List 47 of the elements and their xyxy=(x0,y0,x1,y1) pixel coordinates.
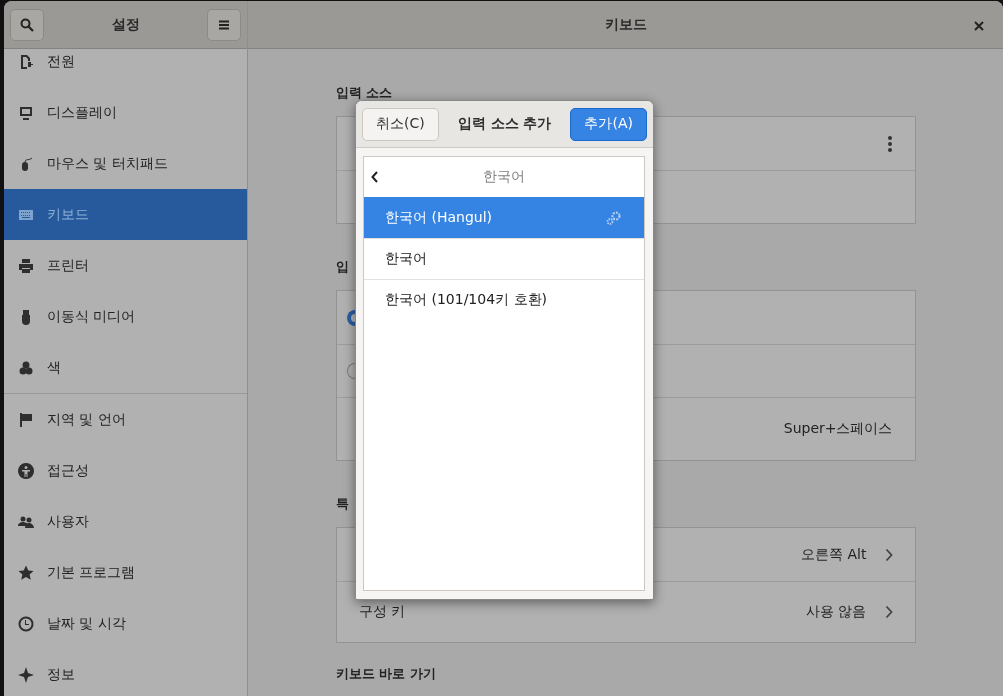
window-title: 키보드 xyxy=(604,15,647,34)
sidebar-item[interactable]: 정보 xyxy=(4,649,247,696)
row-label: 구성 키 xyxy=(358,603,405,621)
chevron-icon[interactable] xyxy=(884,605,893,619)
row-value: 오른쪽 Alt xyxy=(801,545,867,564)
sidebar-item[interactable]: 지역 및 언어 xyxy=(4,394,247,445)
accessibility-icon xyxy=(18,462,34,479)
sidebar-item[interactable]: 기본 프로그램 xyxy=(4,547,247,598)
sidebar-item[interactable]: 색 xyxy=(4,342,247,393)
section-heading: 입 xyxy=(335,258,349,276)
section-heading: 입력 소스 xyxy=(335,84,393,102)
shortcut-value: Super+스페이스 xyxy=(783,420,893,438)
search-button[interactable] xyxy=(10,8,44,41)
list-item[interactable]: 한국어 xyxy=(364,238,644,279)
sidebar-item[interactable]: 프린터 xyxy=(4,240,247,291)
clock-icon xyxy=(18,615,34,632)
flag-icon xyxy=(18,411,34,428)
menu-icon xyxy=(218,19,230,30)
menu-button[interactable] xyxy=(207,8,241,41)
more-icon[interactable] xyxy=(886,134,893,153)
sidebar-item[interactable]: 마우스 및 터치패드 xyxy=(4,138,247,189)
search-icon xyxy=(20,17,34,32)
sidebar-item[interactable]: 이동식 미디어 xyxy=(4,291,247,342)
printer-icon xyxy=(18,257,34,274)
star-icon xyxy=(18,564,34,581)
sidebar-item[interactable]: 접근성 xyxy=(4,445,247,496)
sparkle-icon xyxy=(18,666,34,683)
circles-icon xyxy=(18,359,34,376)
sidebar-item[interactable]: 전원 xyxy=(4,49,247,87)
sidebar-item[interactable]: 날짜 및 시각 xyxy=(4,598,247,649)
close-icon xyxy=(974,21,984,31)
sidebar-item[interactable]: 사용자 xyxy=(4,496,247,547)
cancel-button[interactable]: 취소(C) xyxy=(362,107,439,141)
list-item[interactable]: 한국어 (Hangul) xyxy=(364,197,644,238)
monitor-icon xyxy=(18,104,34,121)
list-item[interactable]: 한국어 (101/104키 호환) xyxy=(364,279,644,320)
section-heading: 특 xyxy=(335,495,349,513)
battery-icon xyxy=(18,53,34,70)
sidebar-item[interactable]: 디스플레이 xyxy=(4,87,247,138)
chevron-icon[interactable] xyxy=(884,547,893,562)
sidebar-title: 설정 xyxy=(111,15,140,34)
add-button[interactable]: 추가(A) xyxy=(570,107,647,141)
section-heading: 키보드 바로 가기 xyxy=(335,665,436,683)
dialog-title: 입력 소스 추가 xyxy=(457,115,552,133)
list-title: 한국어 xyxy=(483,168,525,186)
back-icon[interactable] xyxy=(371,171,379,183)
row-value: 사용 않음 xyxy=(806,603,867,621)
